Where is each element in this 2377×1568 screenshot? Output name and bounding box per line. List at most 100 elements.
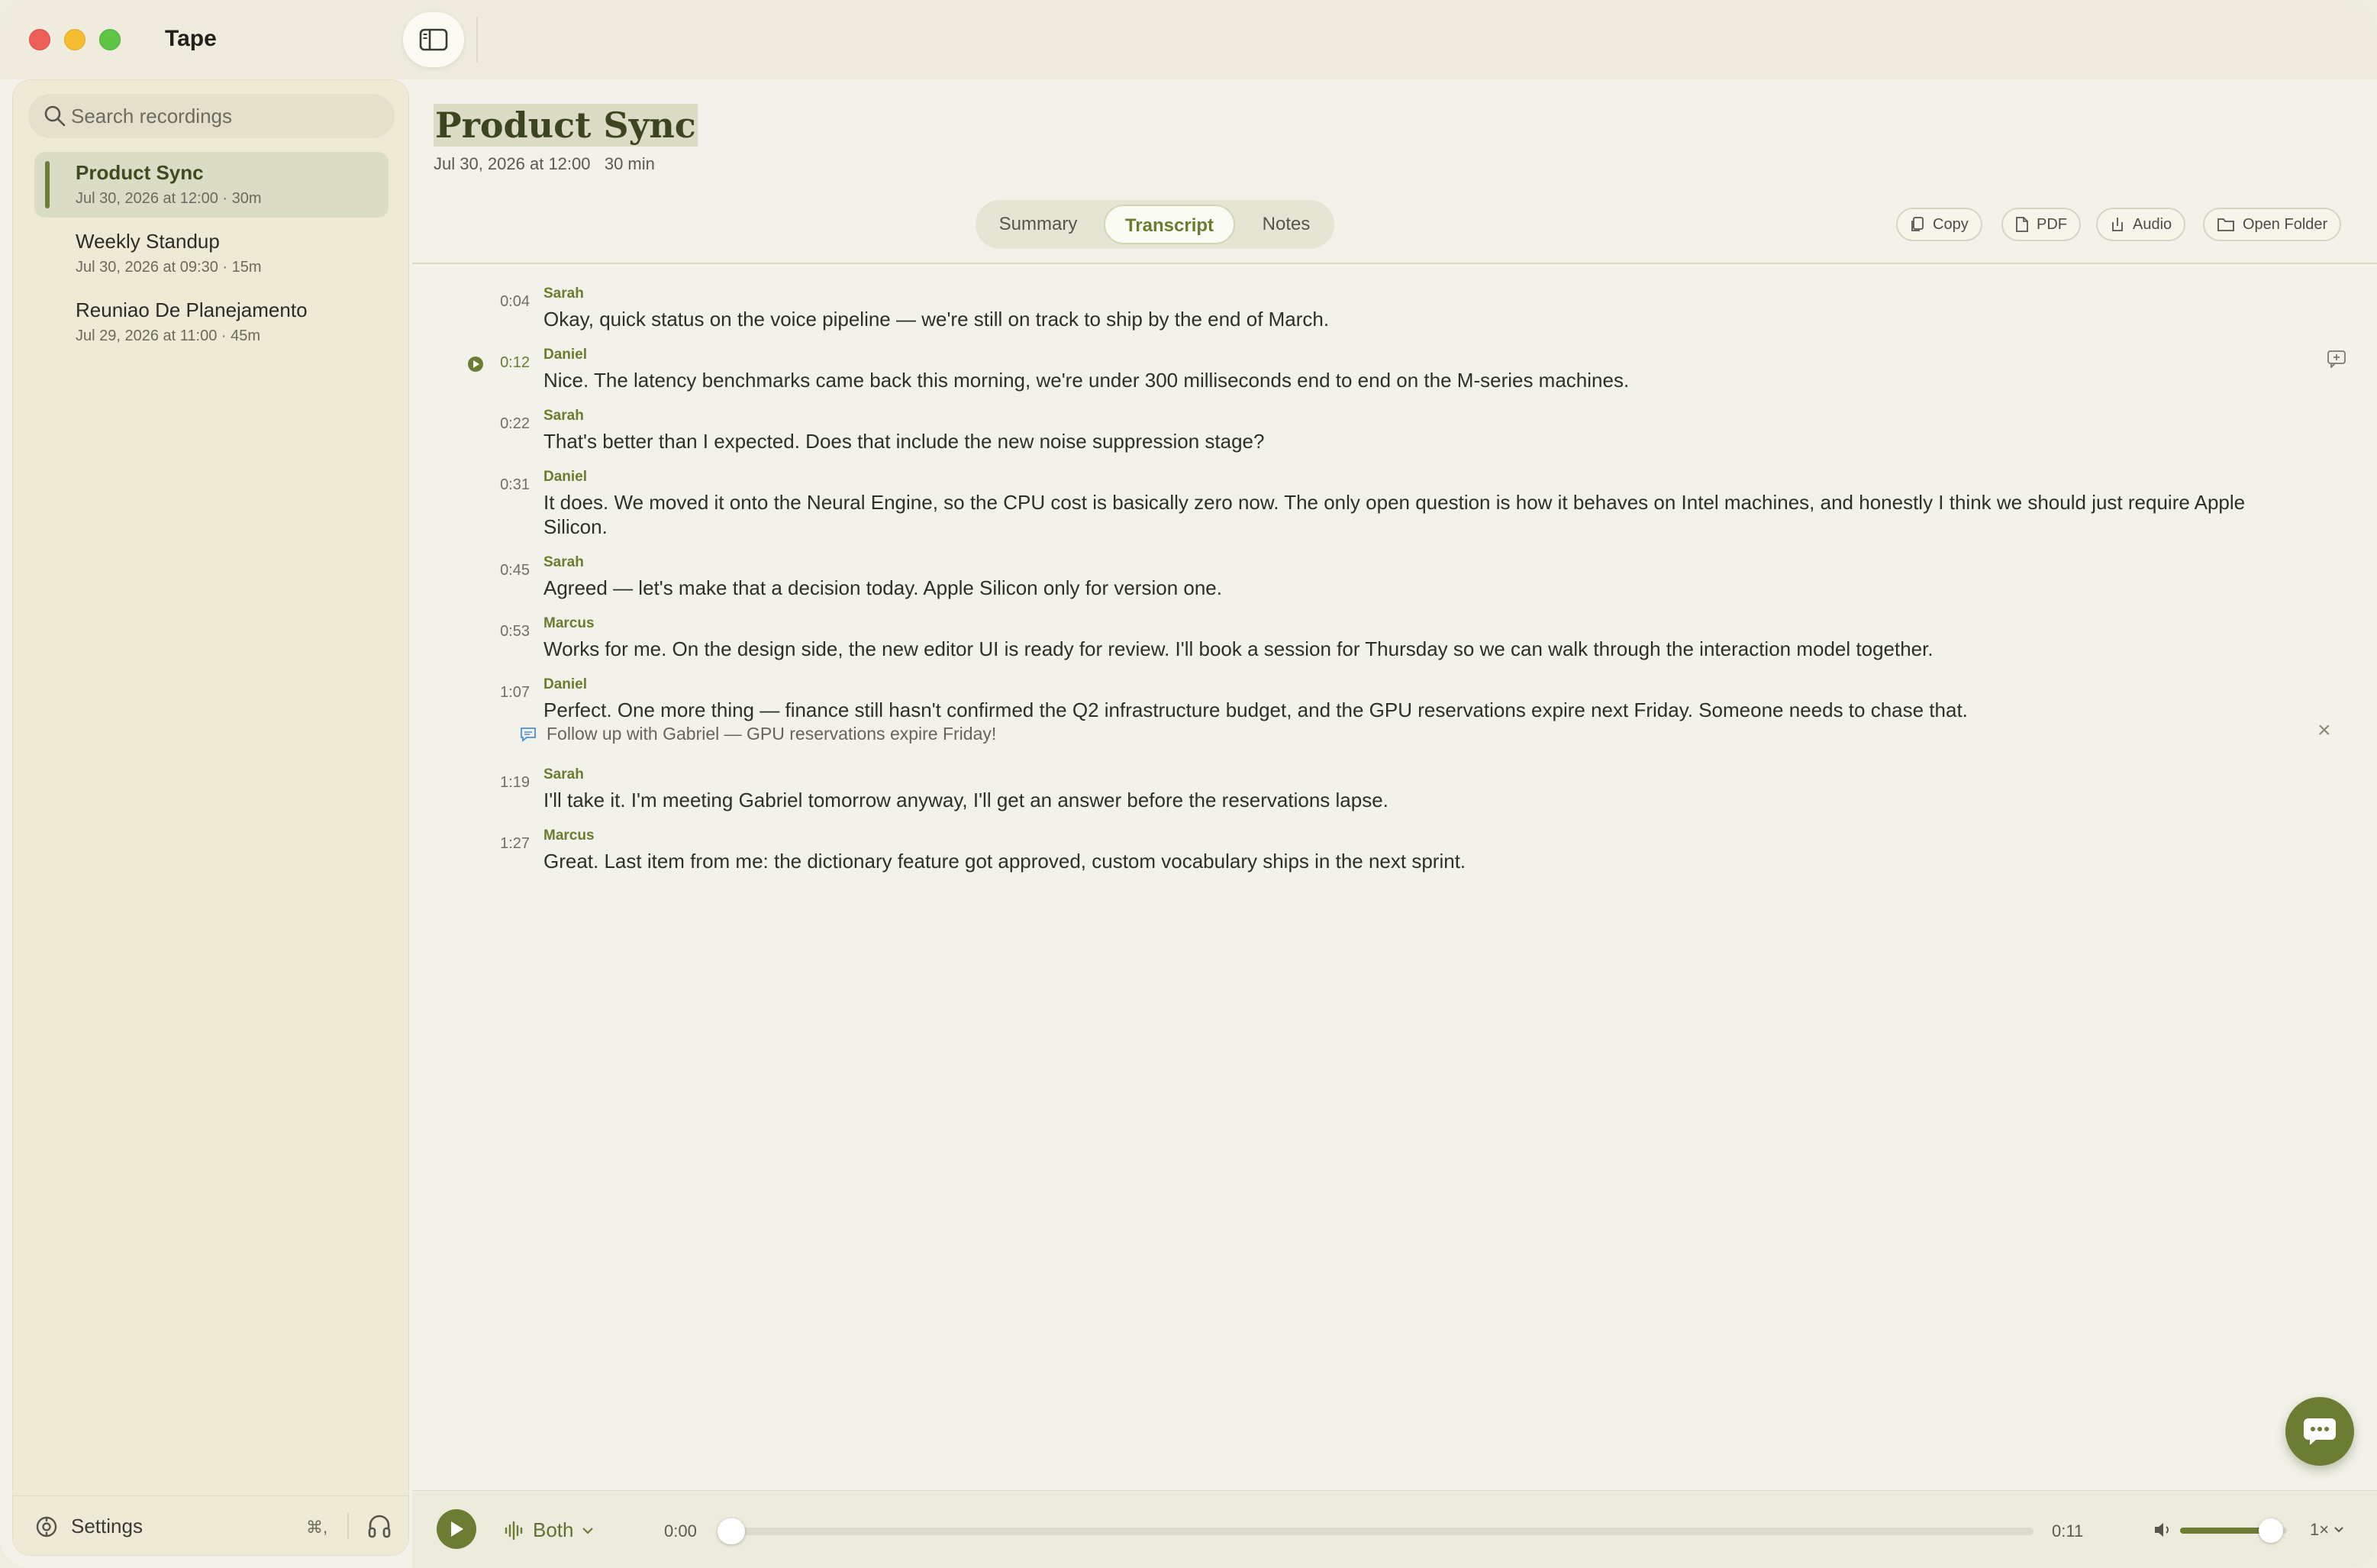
timestamp[interactable]: 0:45 xyxy=(412,562,530,579)
timestamp[interactable]: 0:04 xyxy=(412,293,530,311)
pdf-button[interactable]: PDF xyxy=(2001,208,2081,241)
open-folder-button[interactable]: Open Folder xyxy=(2203,208,2342,241)
recording-title[interactable]: Product Sync xyxy=(434,104,698,147)
recording-meta: Jul 29, 2026 at 11:00 · 45m xyxy=(76,327,261,344)
search-icon xyxy=(44,105,66,127)
recording-name: Reuniao De Planejamento xyxy=(76,298,308,321)
title-bar: Tape xyxy=(0,0,2377,79)
speaker-name: Daniel xyxy=(543,469,588,485)
pdf-label: PDF xyxy=(2037,215,2067,233)
speaker-name: Marcus xyxy=(543,615,595,631)
chevron-down-icon xyxy=(2334,1527,2343,1533)
audio-player: Both 0:00 0:11 1× xyxy=(412,1490,2377,1568)
search-input[interactable] xyxy=(71,100,384,132)
timestamp[interactable]: 0:53 xyxy=(412,623,530,640)
copy-label: Copy xyxy=(1933,215,1969,233)
audio-label: Audio xyxy=(2133,215,2172,233)
zoom-window-button[interactable] xyxy=(99,29,121,50)
gear-icon[interactable] xyxy=(34,1515,59,1539)
folder-icon xyxy=(2217,218,2234,231)
channel-label: Both xyxy=(533,1518,574,1541)
chevron-down-icon xyxy=(582,1527,593,1534)
recording-name: Product Sync xyxy=(76,161,204,184)
playback-scrubber[interactable] xyxy=(718,1518,2034,1544)
segment-text: It does. We moved it onto the Neural Eng… xyxy=(543,491,2246,538)
play-button[interactable] xyxy=(437,1509,476,1549)
main-content: Product Sync Jul 30, 2026 at 12:00 30 mi… xyxy=(412,79,2377,1568)
segment-text: Nice. The latency benchmarks came back t… xyxy=(543,369,1630,392)
channel-selector[interactable]: Both xyxy=(504,1518,594,1542)
segment-text: That's better than I expected. Does that… xyxy=(543,430,1265,453)
copy-button[interactable]: Copy xyxy=(1896,208,1982,241)
search-bar[interactable] xyxy=(28,94,395,138)
play-icon xyxy=(451,1521,463,1537)
header-divider xyxy=(412,263,2377,264)
minimize-window-button[interactable] xyxy=(64,29,85,50)
add-note-icon[interactable] xyxy=(2327,350,2346,368)
open-folder-label: Open Folder xyxy=(2243,215,2328,233)
app-window: Tape Product Sync Jul 30, 2026 at 12:00 … xyxy=(0,0,2377,1568)
close-icon[interactable]: × xyxy=(2317,718,2331,744)
tab-notes[interactable]: Notes xyxy=(1244,205,1328,244)
sidebar-icon xyxy=(419,28,448,51)
speaker-name: Sarah xyxy=(543,766,584,782)
timestamp[interactable]: 1:19 xyxy=(412,774,530,792)
recording-item-product-sync[interactable]: Product Sync Jul 30, 2026 at 12:00 · 30m xyxy=(34,152,389,218)
headphones-icon[interactable] xyxy=(367,1513,392,1539)
chat-bubble-icon xyxy=(2304,1418,2336,1445)
recording-item-weekly-standup[interactable]: Weekly Standup Jul 30, 2026 at 09:30 · 1… xyxy=(34,221,389,286)
chat-button[interactable] xyxy=(2285,1397,2354,1466)
playback-speed-selector[interactable]: 1× xyxy=(2310,1520,2344,1540)
segment-text: Perfect. One more thing — finance still … xyxy=(543,699,1968,721)
speaker-name: Daniel xyxy=(543,347,588,363)
timestamp[interactable]: 1:07 xyxy=(412,684,530,702)
sidebar: Product Sync Jul 30, 2026 at 12:00 · 30m… xyxy=(12,79,409,1556)
speaker-name: Daniel xyxy=(543,676,588,692)
recording-name: Weekly Standup xyxy=(76,230,220,253)
timestamp[interactable]: 1:27 xyxy=(412,835,530,853)
speaker-name: Sarah xyxy=(543,408,584,424)
waveform-icon xyxy=(505,1521,523,1540)
current-time: 0:00 xyxy=(664,1521,697,1541)
note-icon xyxy=(521,727,536,742)
segment-text: Works for me. On the design side, the ne… xyxy=(543,637,1934,660)
tab-transcript[interactable]: Transcript xyxy=(1104,205,1235,244)
total-time: 0:11 xyxy=(2052,1521,2084,1541)
settings-button[interactable]: Settings xyxy=(71,1515,143,1538)
speaker-name: Sarah xyxy=(543,286,584,302)
speed-label: 1× xyxy=(2310,1520,2330,1539)
settings-shortcut: ⌘, xyxy=(306,1518,328,1537)
recording-meta: Jul 30, 2026 at 12:00 30 min xyxy=(434,154,655,173)
recording-meta: Jul 30, 2026 at 12:00 · 30m xyxy=(76,190,262,207)
segment-text: I'll take it. I'm meeting Gabriel tomorr… xyxy=(543,789,1388,811)
segment-text: Great. Last item from me: the dictionary… xyxy=(543,850,1466,873)
titlebar-divider xyxy=(476,17,478,63)
segment-text: Okay, quick status on the voice pipeline… xyxy=(543,308,1330,331)
volume-icon[interactable] xyxy=(2153,1520,2174,1540)
segment-note[interactable]: Follow up with Gabriel — GPU reservation… xyxy=(519,724,996,744)
active-indicator xyxy=(45,161,50,208)
app-title: Tape xyxy=(165,26,217,51)
speaker-name: Sarah xyxy=(543,554,584,570)
sidebar-footer: Settings ⌘, xyxy=(13,1495,408,1555)
audio-button[interactable]: Audio xyxy=(2096,208,2186,241)
export-icon xyxy=(2112,218,2123,231)
footer-divider xyxy=(347,1513,349,1539)
scrubber-handle[interactable] xyxy=(718,1518,745,1544)
volume-handle[interactable] xyxy=(2259,1518,2283,1543)
timestamp[interactable]: 0:22 xyxy=(412,415,530,433)
sidebar-toggle-button[interactable] xyxy=(403,12,464,67)
timestamp[interactable]: 0:31 xyxy=(412,476,530,494)
volume-slider[interactable] xyxy=(2180,1518,2287,1543)
tab-summary[interactable]: Summary xyxy=(985,205,1092,244)
recording-item-reuniao[interactable]: Reuniao De Planejamento Jul 29, 2026 at … xyxy=(34,289,389,355)
speaker-name: Marcus xyxy=(543,828,595,844)
document-icon xyxy=(2016,217,2028,232)
volume-fill xyxy=(2180,1528,2271,1534)
timestamp[interactable]: 0:12 xyxy=(412,354,530,372)
close-window-button[interactable] xyxy=(29,29,50,50)
segment-text: Agreed — let's make that a decision toda… xyxy=(543,576,1222,599)
note-text: Follow up with Gabriel — GPU reservation… xyxy=(547,724,997,744)
recording-meta: Jul 30, 2026 at 09:30 · 15m xyxy=(76,259,262,276)
copy-icon xyxy=(1911,217,1924,231)
